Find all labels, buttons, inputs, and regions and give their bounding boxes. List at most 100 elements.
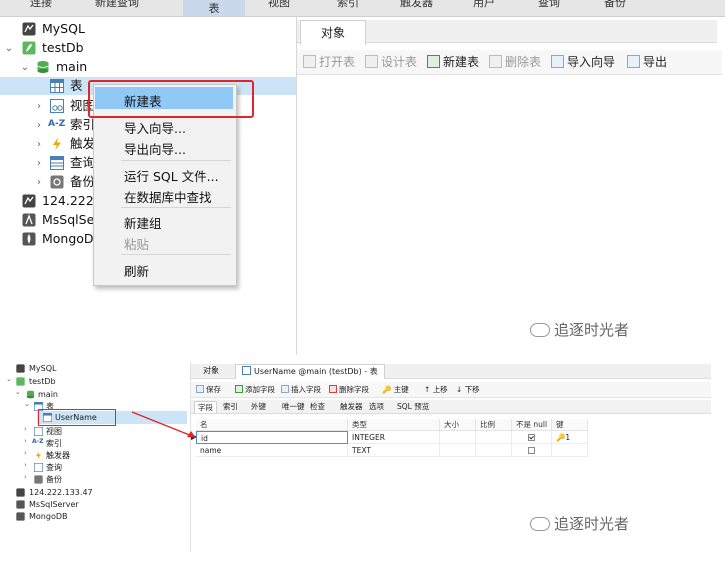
delete-table-button[interactable]: 删除表 [489,53,541,71]
menu-connect[interactable]: 连接 [30,0,52,10]
chevron-right-icon[interactable]: › [34,158,44,169]
menu-table[interactable]: 表 [183,0,245,16]
tree-item-testdb[interactable]: testDb [29,376,56,388]
chevron-right-icon[interactable]: › [24,437,27,445]
tree-item-main[interactable]: main [56,58,87,76]
tab-objects[interactable]: 对象 [203,364,219,378]
tree-item-queries[interactable]: 查询 [70,154,95,172]
highlight-box-new-table [88,80,254,118]
menu-trigger[interactable]: 触发器 [400,0,433,10]
delete-field-button[interactable]: 删除字段 [329,384,369,395]
menu-separator [121,207,231,208]
export-button[interactable]: 导出 [627,53,667,71]
import-wizard-button[interactable]: 导入向导 [551,53,615,71]
not-null-checkbox[interactable] [528,434,535,441]
ctx-find-in-database[interactable]: 在数据库中查找 [124,187,212,206]
annotation-arrow [131,411,196,438]
not-null-checkbox[interactable] [528,447,535,454]
chevron-right-icon[interactable]: › [24,473,27,481]
chevron-down-icon[interactable]: ⌄ [6,375,12,383]
tree-item-server-ip[interactable]: 124.222.133.47 [29,487,93,499]
wechat-icon [530,517,550,531]
chevron-right-icon[interactable]: › [34,177,44,188]
table-row-cell-scale[interactable] [476,444,512,457]
tree-item-tables[interactable]: 表 [70,77,83,95]
tree-item-indexes[interactable]: 索引 [46,438,62,450]
tree-item-views[interactable]: 视图 [46,426,62,438]
query-icon [34,463,43,472]
menu-query[interactable]: 查询 [538,0,560,10]
move-up-button[interactable]: ↑ 上移 [424,384,448,395]
column-header-size: 大小 [440,419,476,431]
subtab-sql-preview[interactable]: SQL 预览 [397,401,429,412]
table-row-cell-not-null [512,431,552,444]
insert-field-button[interactable]: 插入字段 [281,384,321,395]
menu-backup[interactable]: 备份 [604,0,626,10]
ctx-export-wizard[interactable]: 导出向导... [124,139,186,158]
server-connection-icon [22,194,36,208]
chevron-right-icon[interactable]: › [24,449,27,457]
ctx-new-group[interactable]: 新建组 [124,213,162,232]
subtab-indexes[interactable]: 索引 [223,401,238,412]
chevron-down-icon[interactable]: ⌄ [20,62,30,73]
table-row-cell-type[interactable]: INTEGER [348,431,440,444]
tab-table-design[interactable]: UserName @main (testDb) - 表 [235,364,385,379]
tree-item-main[interactable]: main [38,389,58,401]
watermark-text: 追逐时光者 [554,321,630,339]
tree-item-mysql[interactable]: MySQL [29,363,56,375]
open-table-button[interactable]: 打开表 [303,53,355,71]
backup-icon [50,175,64,189]
tree-item-backups[interactable]: 备份 [70,173,95,191]
chevron-down-icon[interactable]: ⌄ [24,400,30,408]
table-row-cell-name[interactable]: name [196,444,348,457]
subtab-foreign-keys[interactable]: 外键 [251,401,266,412]
tree-item-mssql[interactable]: MsSqlServer [29,499,79,511]
menu-index[interactable]: 索引 [337,0,359,10]
menu-new-query[interactable]: 新建查询 [95,0,139,10]
subtab-options[interactable]: 选项 [369,401,384,412]
menu-separator [121,254,231,255]
delete-table-label: 删除表 [505,55,542,69]
chevron-down-icon[interactable]: ⌄ [4,43,14,54]
menu-user[interactable]: 用户 [473,0,495,10]
chevron-right-icon[interactable]: › [34,120,44,131]
primary-key-button[interactable]: 🔑 主键 [382,384,409,395]
ctx-paste[interactable]: 粘贴 [124,234,149,253]
sqlite-connection-icon [16,377,25,386]
tree-item-backups[interactable]: 备份 [46,474,62,486]
tree-item-indexes[interactable]: 索引 [70,116,95,134]
tree-item-mongodb[interactable]: MongoDB [29,511,68,523]
save-button[interactable]: 保存 [196,384,221,395]
chevron-down-icon[interactable]: ⌄ [15,388,21,396]
ctx-refresh[interactable]: 刷新 [124,261,149,280]
move-down-button[interactable]: ↓ 下移 [456,384,480,395]
subtab-checks[interactable]: 检查 [310,401,325,412]
tree-item-triggers[interactable]: 触发器 [46,450,70,462]
tree-item-testdb[interactable]: testDb [42,39,84,57]
tree-item-mysql[interactable]: MySQL [42,20,85,38]
table-row-cell-size[interactable] [440,444,476,457]
chevron-right-icon[interactable]: › [34,139,44,150]
table-row-cell-scale[interactable] [476,431,512,444]
table-row-cell-size[interactable] [440,431,476,444]
ctx-import-wizard[interactable]: 导入向导... [124,118,186,137]
subtab-triggers[interactable]: 触发器 [340,401,363,412]
chevron-right-icon[interactable]: › [24,425,27,433]
table-row-cell-name[interactable]: id [196,431,348,444]
column-header-key: 键 [552,419,588,431]
tab-objects[interactable]: 对象 [300,20,366,45]
new-table-button[interactable]: 新建表 [427,53,479,71]
tree-item-triggers[interactable]: 触发 [70,135,95,153]
tree-item-mssql[interactable]: MsSqlSer [42,211,99,229]
table-row-cell-not-null [512,444,552,457]
add-field-button[interactable]: 添加字段 [235,384,275,395]
table-row-cell-type[interactable]: TEXT [348,444,440,457]
chevron-right-icon[interactable]: › [24,461,27,469]
watermark-text: 追逐时光者 [554,515,630,533]
design-table-button[interactable]: 设计表 [365,53,417,71]
ctx-run-sql-file[interactable]: 运行 SQL 文件... [124,166,219,185]
chevron-right-icon[interactable]: › [34,101,44,112]
tree-item-queries[interactable]: 查询 [46,462,62,474]
subtab-unique-keys[interactable]: 唯一键 [282,401,305,412]
menu-view[interactable]: 视图 [268,0,290,10]
